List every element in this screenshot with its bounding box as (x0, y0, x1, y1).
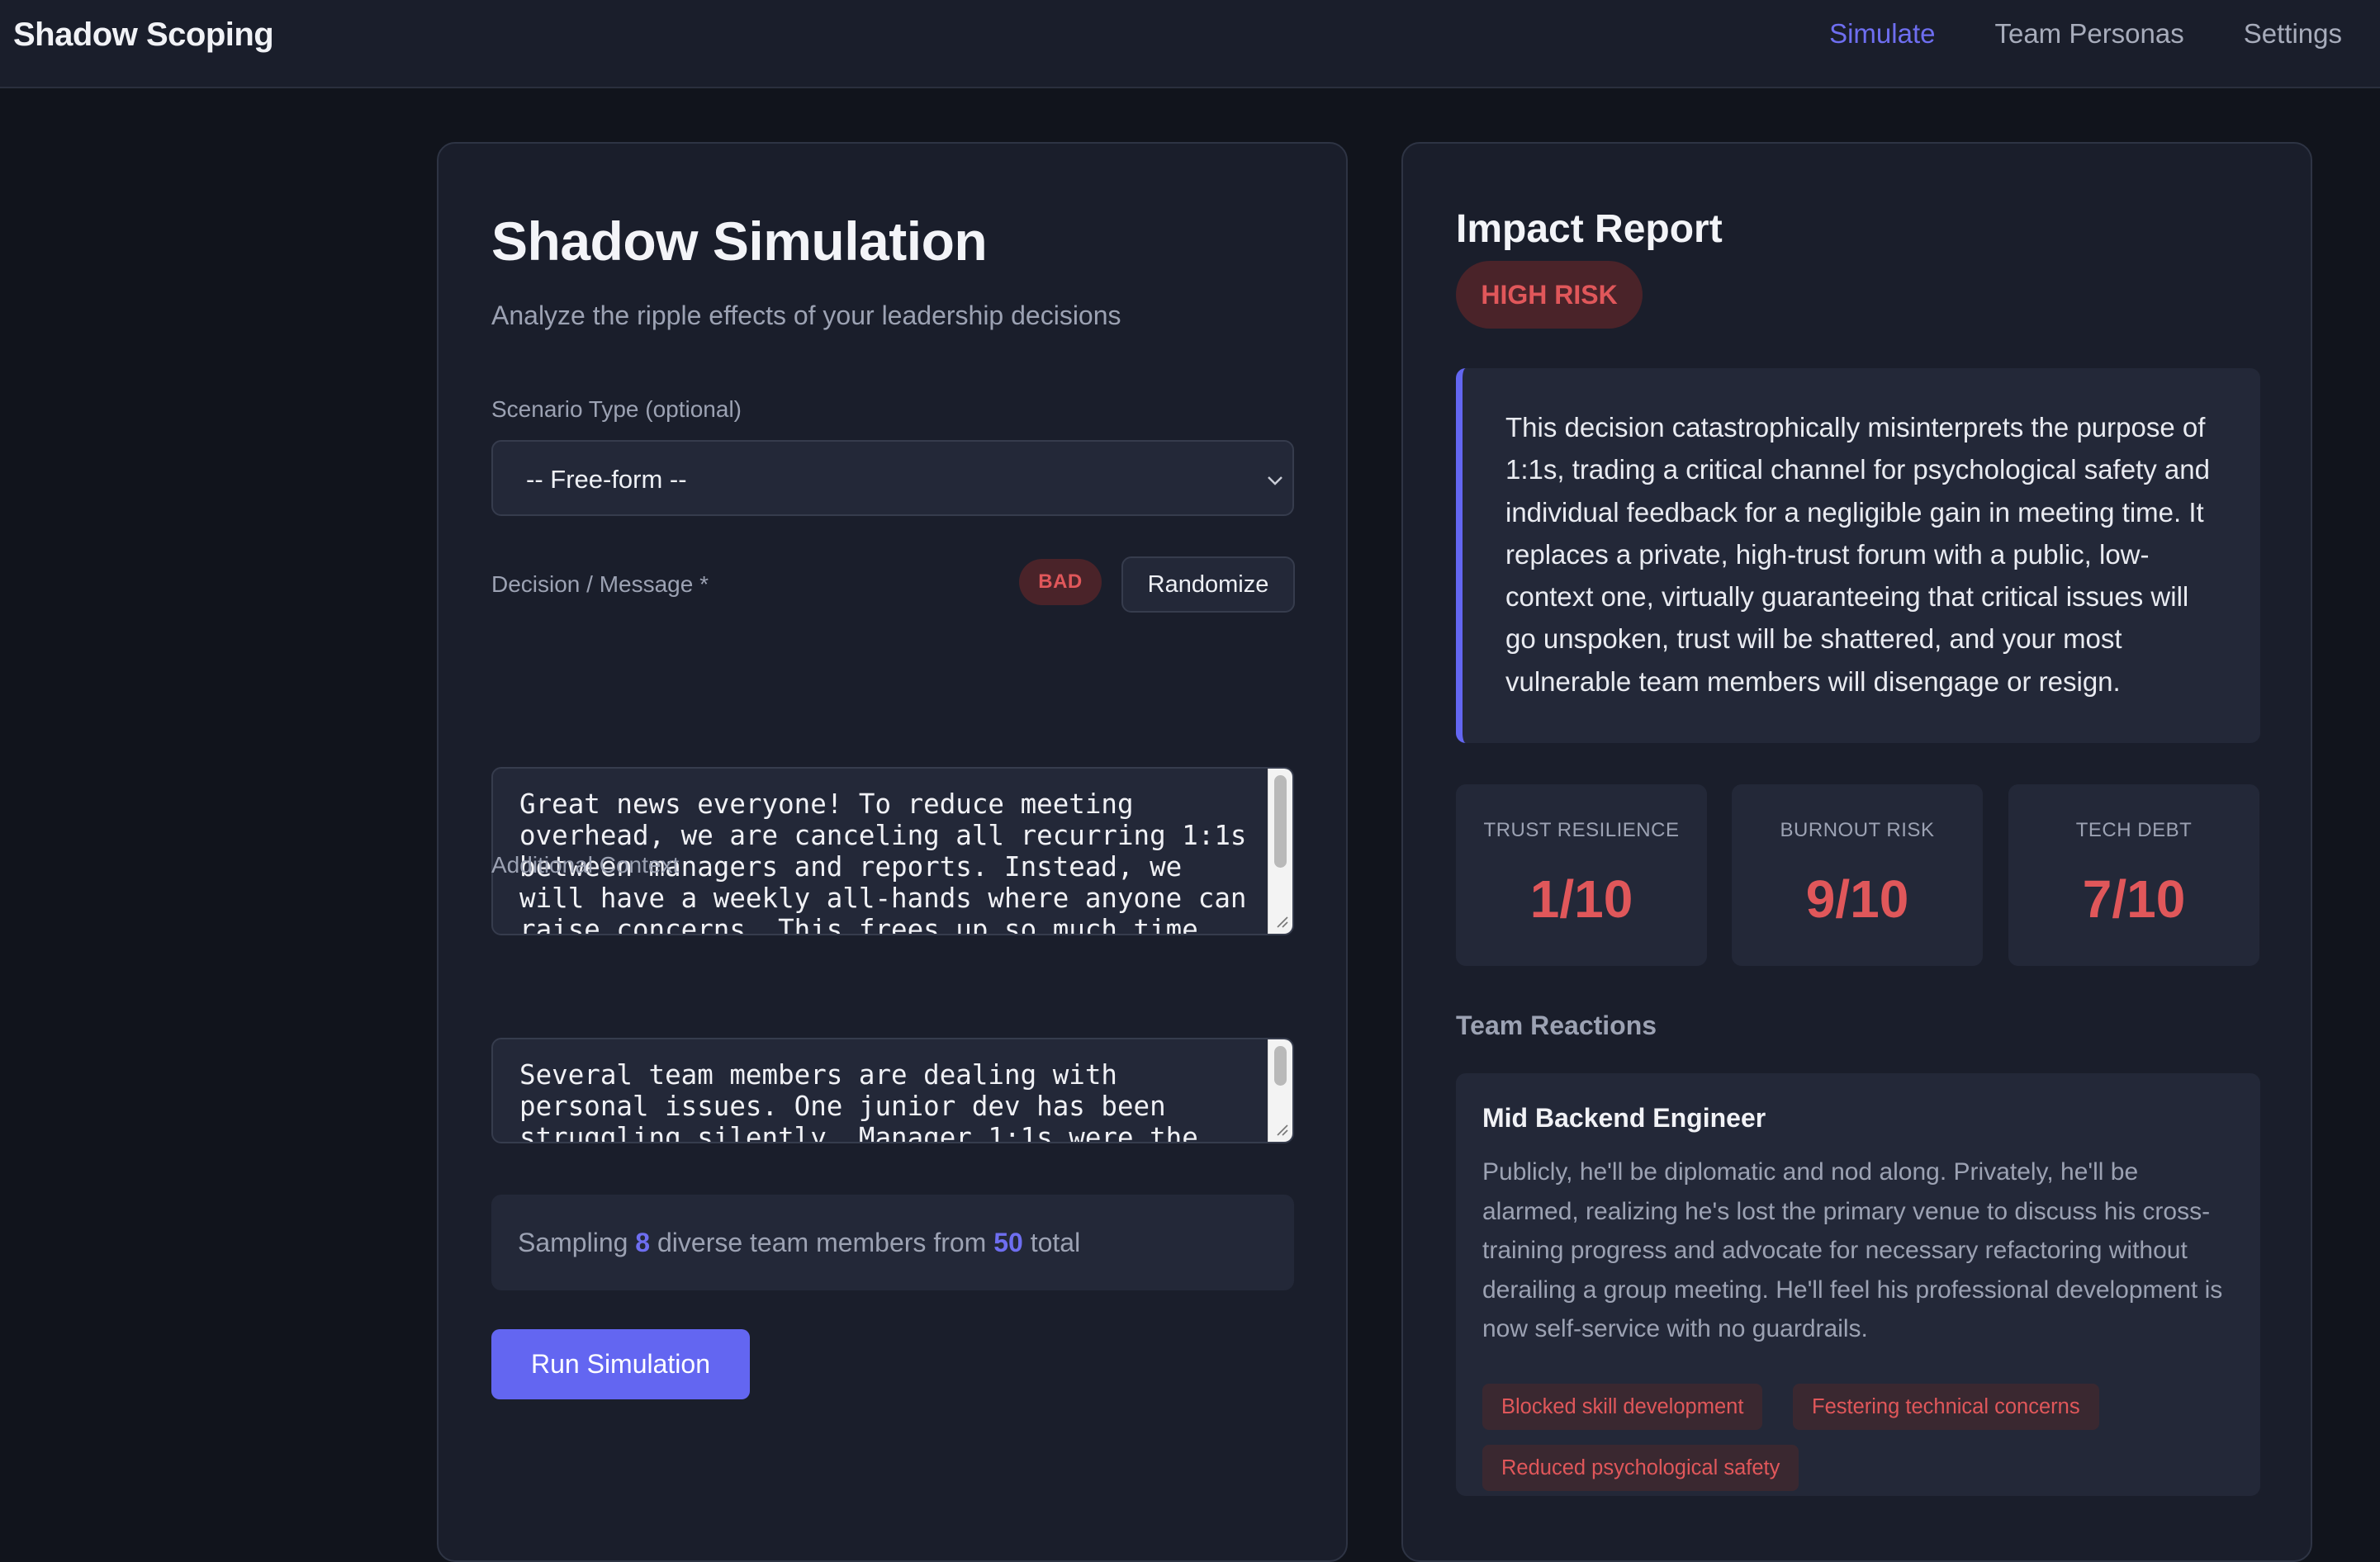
run-simulation-button[interactable]: Run Simulation (491, 1329, 750, 1399)
decision-label: Decision / Message * (491, 571, 709, 597)
context-textarea[interactable]: Several team members are dealing with pe… (491, 1038, 1294, 1143)
impact-tag: Festering technical concerns (1793, 1384, 2099, 1430)
decision-textarea[interactable]: Great news everyone! To reduce meeting o… (491, 767, 1294, 935)
decision-scroll-thumb[interactable] (1274, 775, 1287, 868)
resize-handle-icon[interactable] (1273, 914, 1291, 932)
resize-handle-icon[interactable] (1273, 1122, 1291, 1140)
scenario-type-label: Scenario Type (optional) (491, 396, 742, 422)
report-summary: This decision catastrophically misinterp… (1456, 368, 2260, 743)
metric-label: TRUST RESILIENCE (1483, 819, 1680, 841)
metric-value: 7/10 (2082, 869, 2186, 929)
top-nav-bar: Shadow Scoping Simulate Team Personas Se… (0, 0, 2380, 88)
decision-quality-badge: BAD (1019, 559, 1102, 605)
reaction-role: Mid Backend Engineer (1482, 1103, 1766, 1133)
simulation-subtitle: Analyze the ripple effects of your leade… (491, 301, 1121, 330)
sampling-prefix: Sampling (518, 1228, 628, 1257)
nav-team-personas[interactable]: Team Personas (1994, 18, 2183, 50)
metric-value: 9/10 (1805, 869, 1909, 929)
report-title: Impact Report (1456, 207, 1723, 251)
chevron-down-icon (1266, 466, 1284, 492)
reaction-text: Publicly, he'll be diplomatic and nod al… (1482, 1158, 2223, 1342)
nav-simulate[interactable]: Simulate (1829, 18, 1935, 50)
decision-scrollbar[interactable] (1268, 769, 1292, 934)
impact-tag: Reduced psychological safety (1482, 1445, 1799, 1491)
randomize-button[interactable]: Randomize (1121, 556, 1295, 613)
scenario-type-select[interactable]: -- Free-form -- (491, 440, 1294, 516)
sample-count: 8 (635, 1228, 651, 1257)
reaction-card: Mid Backend Engineer Publicly, he'll be … (1456, 1073, 2260, 1496)
metric-burnout-risk: BURNOUT RISK 9/10 (1732, 784, 1983, 966)
nav-settings[interactable]: Settings (2244, 18, 2342, 50)
metric-trust-resilience: TRUST RESILIENCE 1/10 (1456, 784, 1707, 966)
app-title: Shadow Scoping (13, 17, 274, 53)
simulation-panel: Shadow Simulation Analyze the ripple eff… (437, 142, 1348, 1562)
risk-level-badge: HIGH RISK (1456, 261, 1643, 329)
context-label: Additional Context (491, 852, 680, 878)
simulation-title: Shadow Simulation (491, 211, 988, 272)
total-count: 50 (993, 1228, 1023, 1257)
scenario-type-value: -- Free-form -- (526, 465, 687, 494)
metric-tech-debt: TECH DEBT 7/10 (2008, 784, 2259, 966)
metric-value: 1/10 (1529, 869, 1633, 929)
context-scroll-thumb[interactable] (1274, 1046, 1287, 1086)
impact-tag: Blocked skill development (1482, 1384, 1763, 1430)
sampling-suffix: total (1030, 1228, 1081, 1257)
metric-label: TECH DEBT (2075, 819, 2193, 841)
main-nav: Simulate Team Personas Settings (1829, 18, 2342, 50)
metric-label: BURNOUT RISK (1780, 819, 1935, 841)
impact-report-panel: Impact Report HIGH RISK This decision ca… (1401, 142, 2312, 1562)
sampling-info: Sampling 8 diverse team members from 50 … (491, 1195, 1294, 1290)
context-text: Several team members are dealing with pe… (519, 1059, 1198, 1143)
team-reactions-heading: Team Reactions (1456, 1011, 1657, 1040)
sampling-middle: diverse team members from (657, 1228, 987, 1257)
